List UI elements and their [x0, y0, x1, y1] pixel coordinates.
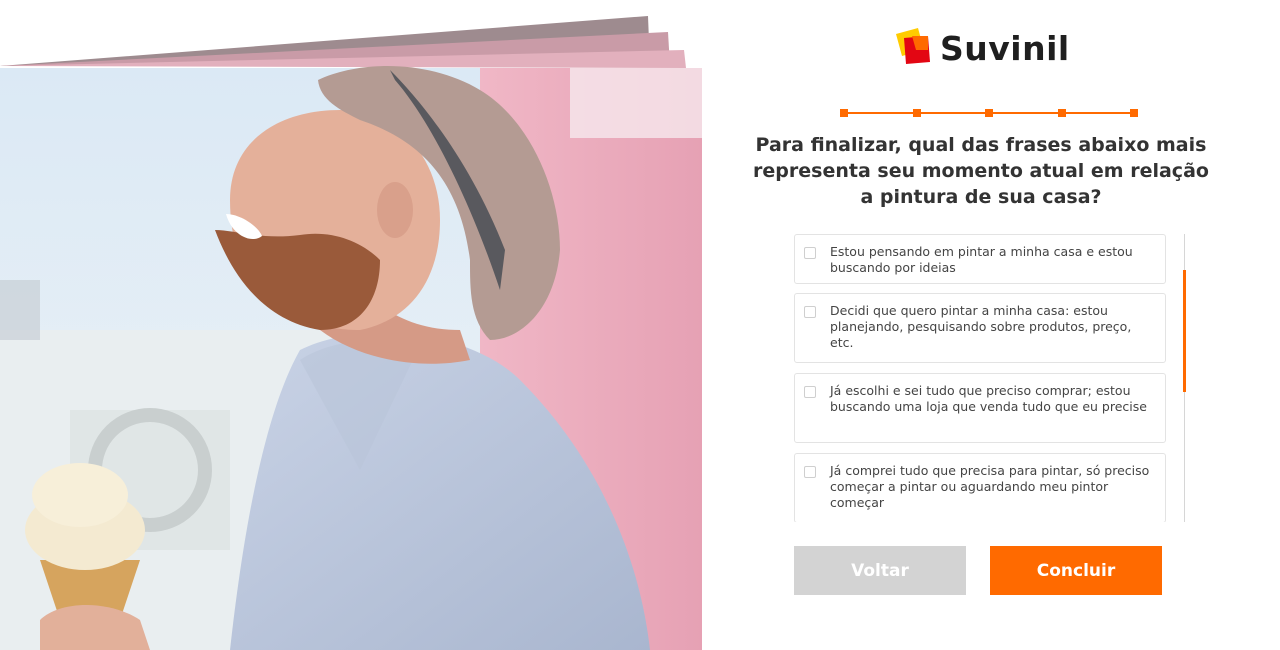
options-scroll-thumb[interactable]	[1183, 270, 1186, 392]
answer-option-2[interactable]: Decidi que quero pintar a minha casa: es…	[794, 293, 1166, 363]
progress-stepper	[840, 108, 1138, 118]
suvinil-logo-icon	[896, 28, 930, 64]
checkbox[interactable]	[804, 386, 816, 398]
finish-button[interactable]: Concluir	[990, 546, 1162, 595]
back-button[interactable]: Voltar	[794, 546, 966, 595]
checkbox[interactable]	[804, 247, 816, 259]
checkbox[interactable]	[804, 466, 816, 478]
answer-option-label: Já comprei tudo que precisa para pintar,…	[830, 463, 1150, 510]
brand-name: Suvinil	[940, 28, 1070, 68]
step-dot-3	[985, 109, 993, 117]
answer-options-list[interactable]: Estou pensando em pintar a minha casa e …	[794, 234, 1168, 522]
hero-photo-illustration	[0, 16, 702, 650]
step-dot-2	[913, 109, 921, 117]
hero-photo	[0, 0, 702, 650]
answer-option-4[interactable]: Já comprei tudo que precisa para pintar,…	[794, 453, 1166, 522]
answer-option-label: Decidi que quero pintar a minha casa: es…	[830, 303, 1132, 350]
answer-option-label: Estou pensando em pintar a minha casa e …	[830, 244, 1133, 275]
brand-logo[interactable]: Suvinil	[894, 28, 1070, 68]
checkbox[interactable]	[804, 306, 816, 318]
question-title: Para finalizar, qual das frases abaixo m…	[753, 134, 1209, 208]
answer-option-1[interactable]: Estou pensando em pintar a minha casa e …	[794, 234, 1166, 284]
step-dot-5	[1130, 109, 1138, 117]
step-dot-4	[1058, 109, 1066, 117]
step-dot-1	[840, 109, 848, 117]
answer-option-3[interactable]: Já escolhi e sei tudo que preciso compra…	[794, 373, 1166, 443]
answer-option-label: Já escolhi e sei tudo que preciso compra…	[830, 383, 1147, 414]
